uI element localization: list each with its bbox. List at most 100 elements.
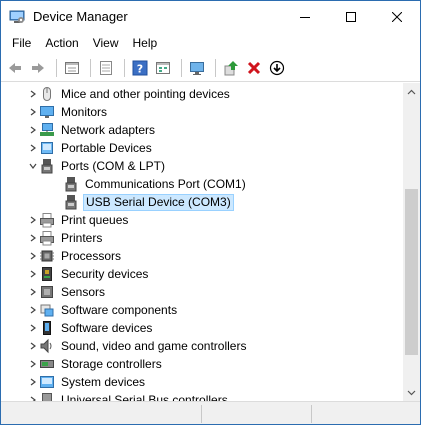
chevron-right-icon[interactable] [27,85,39,103]
forward-arrow-icon[interactable] [28,58,48,78]
help-icon[interactable]: ? [130,58,150,78]
menu-bar: File Action View Help [1,32,420,54]
view-icon[interactable] [153,58,173,78]
toolbar: ? [1,54,420,82]
port-icon [63,194,79,210]
tree-item-label: Security devices [61,266,149,281]
tree-item-label: Software components [61,302,178,317]
printer-icon [39,212,55,228]
tree-item-label: Ports (COM & LPT) [61,158,166,173]
tree-item-portable-devices[interactable]: Portable Devices [27,139,154,157]
tree-item-com1[interactable]: Communications Port (COM1) [63,175,248,193]
processor-icon [39,248,55,264]
maximize-button[interactable] [328,1,374,32]
tree-item-label: Software devices [61,320,153,335]
tree-item-label: Universal Serial Bus controllers [61,392,228,402]
system-device-icon [39,374,55,390]
device-manager-app-icon [9,9,25,25]
chevron-right-icon[interactable] [27,265,39,283]
mouse-icon [39,86,55,102]
chevron-down-icon[interactable] [27,157,39,175]
menu-file[interactable]: File [5,36,38,50]
menu-view[interactable]: View [86,36,126,50]
chevron-right-icon[interactable] [27,373,39,391]
chevron-right-icon[interactable] [27,355,39,373]
title-bar[interactable]: Device Manager [1,1,420,32]
window-title: Device Manager [33,9,128,24]
device-manager-window: Device Manager File Action View Help ? M… [0,0,421,425]
tree-item-label: Sound, video and game controllers [61,338,247,353]
minimize-button[interactable] [282,1,328,32]
status-divider [201,405,202,423]
tree-item-software-components[interactable]: Software components [27,301,179,319]
driver-details-icon[interactable] [96,58,116,78]
tree-item-print-queues[interactable]: Print queues [27,211,130,229]
tree-item-label: Monitors [61,104,108,119]
scrollbar-thumb[interactable] [405,189,418,355]
tree-item-label: Storage controllers [61,356,162,371]
update-driver-icon[interactable] [221,58,241,78]
tree-item-label: Print queues [61,212,129,227]
chevron-right-icon[interactable] [27,301,39,319]
tree-item-label: Sensors [61,284,106,299]
tree-item-network-adapters[interactable]: Network adapters [27,121,157,139]
speaker-icon [39,338,55,354]
tree-item-storage-controllers[interactable]: Storage controllers [27,355,164,373]
software-device-icon [39,320,55,336]
port-icon [63,176,79,192]
tree-item-processors[interactable]: Processors [27,247,123,265]
chevron-right-icon[interactable] [27,319,39,337]
chevron-right-icon[interactable] [27,337,39,355]
security-device-icon [39,266,55,282]
menu-help[interactable]: Help [126,36,165,50]
scroll-down-arrow-icon[interactable] [403,384,420,401]
tree-item-label-selected: USB Serial Device (COM3) [83,193,234,211]
toolbar-separator [124,58,125,77]
chevron-right-icon[interactable] [27,247,39,265]
tree-item-sound-video[interactable]: Sound, video and game controllers [27,337,248,355]
close-button[interactable] [374,1,420,32]
uninstall-x-icon[interactable] [244,58,264,78]
svg-text:?: ? [137,62,143,75]
tree-item-com3[interactable]: USB Serial Device (COM3) [63,193,234,211]
tree-item-software-devices[interactable]: Software devices [27,319,154,337]
status-divider [311,405,312,423]
tree-item-system-devices[interactable]: System devices [27,373,147,391]
tree-item-ports[interactable]: Ports (COM & LPT) [27,157,167,175]
port-icon [39,158,55,174]
scroll-up-arrow-icon[interactable] [403,83,420,100]
tree-item-printers[interactable]: Printers [27,229,104,247]
chevron-right-icon[interactable] [27,103,39,121]
download-circle-icon[interactable] [267,58,287,78]
tree-item-label: Mice and other pointing devices [61,86,230,101]
tree-item-security-devices[interactable]: Security devices [27,265,150,283]
tree-item-label: Communications Port (COM1) [85,176,246,191]
tree-item-mice[interactable]: Mice and other pointing devices [27,85,232,103]
vertical-scrollbar[interactable] [403,83,420,401]
chevron-right-icon[interactable] [27,229,39,247]
usb-icon [39,392,55,401]
network-icon [39,122,55,138]
properties-icon[interactable] [62,58,82,78]
toolbar-separator [56,58,57,77]
chevron-right-icon[interactable] [27,121,39,139]
tree-item-monitors[interactable]: Monitors [27,103,109,121]
tree-item-label: System devices [61,374,146,389]
printer-icon [39,230,55,246]
tree-item-sensors[interactable]: Sensors [27,283,107,301]
device-tree[interactable]: Mice and other pointing devices Monitors… [1,83,403,401]
chevron-right-icon[interactable] [27,139,39,157]
chevron-right-icon[interactable] [27,283,39,301]
chevron-right-icon[interactable] [27,211,39,229]
status-bar [1,401,420,424]
portable-device-icon [39,140,55,156]
sensor-icon [39,284,55,300]
chevron-right-icon[interactable] [27,391,39,401]
tree-item-label: Portable Devices [61,140,152,155]
software-component-icon [39,302,55,318]
monitor-icon[interactable] [187,58,207,78]
back-arrow-icon[interactable] [5,58,25,78]
toolbar-separator [215,58,216,77]
tree-item-usb-controllers[interactable]: Universal Serial Bus controllers [27,391,230,401]
menu-action[interactable]: Action [38,36,85,50]
